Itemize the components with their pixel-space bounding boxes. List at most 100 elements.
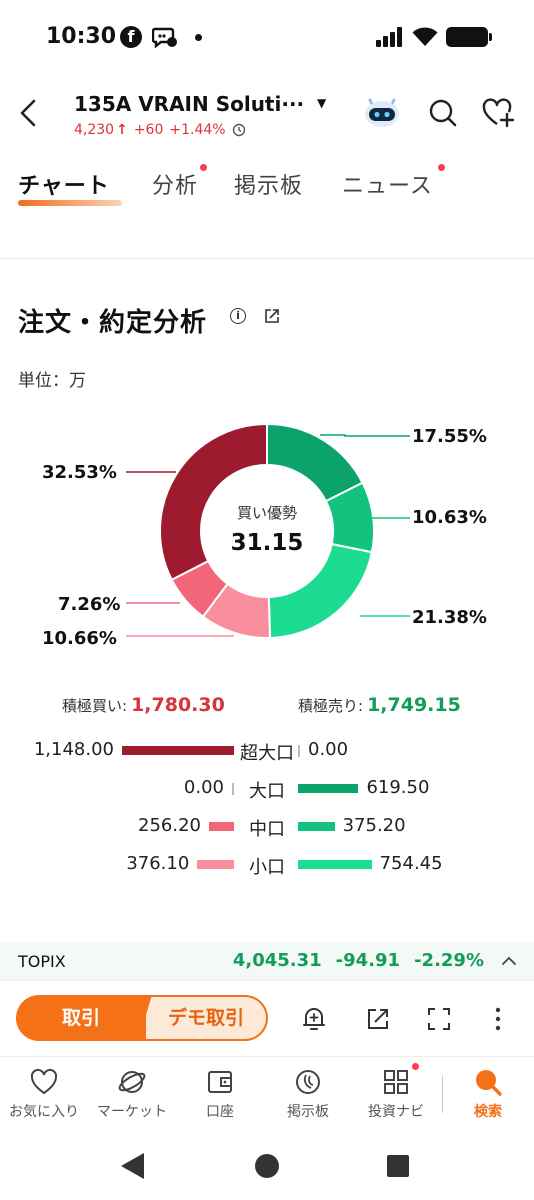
clock-icon [232, 123, 245, 137]
index-value: 4,045.31 [232, 950, 322, 971]
nav-label: お気に入り [9, 1104, 79, 1120]
nav-board[interactable]: 掲示板 [264, 1067, 352, 1121]
heart-icon [30, 1068, 58, 1095]
nav-label: 検索 [474, 1104, 502, 1120]
wallet-icon [208, 1071, 232, 1093]
buy-value: 1,148.00 [33, 739, 114, 760]
slice-label-1: 10.63% [412, 507, 487, 528]
sell-value: 754.45 [379, 853, 443, 874]
index-name: TOPIX [18, 952, 66, 971]
bell-alert-icon[interactable] [300, 1005, 328, 1033]
grid-icon [384, 1070, 408, 1094]
info-icon[interactable]: i [230, 308, 246, 324]
status-bar: 10:30 f [0, 0, 534, 72]
price-line: 4,230 ↑ +60 +1.44% [74, 122, 246, 138]
divider [0, 258, 534, 259]
tab-analysis[interactable]: 分析 [152, 168, 198, 200]
slice-label-4: 7.26% [58, 594, 121, 615]
category-label: 超大口 [240, 743, 294, 764]
nav-separator [442, 1075, 443, 1113]
sell-bar [298, 822, 335, 831]
breakdown-row: 376.10 小口 754.45 [0, 850, 534, 880]
total-buy: 積極買い: 1,780.30 [62, 694, 225, 716]
tab-board[interactable]: 掲示板 [234, 168, 303, 200]
board-icon [296, 1070, 320, 1094]
sell-value: 375.20 [342, 815, 406, 836]
system-back-icon[interactable] [121, 1153, 144, 1179]
slice-leader-line [320, 434, 410, 437]
sell-bar [298, 784, 359, 793]
unit-label: 単位：万 [18, 371, 86, 391]
battery-icon [446, 27, 492, 47]
chevron-up-icon[interactable] [500, 954, 518, 968]
category-label: 中口 [249, 819, 285, 840]
index-values: 4,045.31 -94.91 -2.29% [233, 950, 484, 971]
nav-market[interactable]: マーケット [88, 1067, 176, 1121]
total-sell: 積極売り: 1,749.15 [298, 694, 461, 716]
active-tab-indicator [18, 200, 122, 206]
nav-favorites[interactable]: お気に入り [0, 1067, 88, 1121]
total-buy-label: 積極買い: [62, 697, 128, 715]
search-icon [476, 1070, 502, 1096]
system-navigation [121, 1153, 409, 1179]
buy-value: 256.20 [138, 815, 202, 836]
index-ticker[interactable]: TOPIX 4,045.31 -94.91 -2.29% [0, 942, 534, 980]
status-time: 10:30 [46, 24, 117, 49]
buy-bar [197, 860, 234, 869]
nav-dot-icon [412, 1063, 419, 1070]
chevron-down-icon[interactable]: ▼ [317, 96, 326, 110]
sell-value: 0.00 [308, 739, 349, 760]
system-recents-icon[interactable] [387, 1155, 409, 1177]
demo-trade-button[interactable]: デモ取引 [134, 995, 268, 1041]
category-label: 小口 [249, 857, 285, 878]
trade-button[interactable]: 取引 [16, 995, 146, 1041]
wifi-icon [412, 27, 438, 46]
nav-invest-navi[interactable]: 投資ナビ [352, 1063, 440, 1121]
tab-news[interactable]: ニュース [342, 168, 433, 200]
slice-label-2: 21.38% [412, 607, 487, 628]
fullscreen-icon[interactable] [425, 1005, 453, 1033]
more-vertical-icon[interactable] [484, 1005, 512, 1033]
slice-label-3: 10.66% [42, 628, 117, 649]
stock-header: 135A VRAIN Soluti··· ▼ 4,230 ↑ +60 +1.44… [0, 82, 534, 152]
share-icon[interactable] [264, 308, 280, 324]
sell-bar [298, 860, 372, 869]
search-icon[interactable] [428, 98, 458, 128]
price-change-pct: +1.44% [169, 122, 226, 138]
share-icon[interactable] [364, 1005, 392, 1033]
tab-news-dot-icon [438, 164, 445, 171]
nav-account[interactable]: 口座 [176, 1067, 264, 1121]
stock-title[interactable]: 135A VRAIN Soluti··· [74, 92, 304, 116]
breakdown-row: 0.00 大口 619.50 [0, 774, 534, 804]
facebook-icon: f [120, 26, 142, 48]
button-divider [128, 995, 152, 1041]
tab-analysis-dot-icon [200, 164, 207, 171]
ai-robot-icon[interactable] [362, 94, 402, 130]
back-arrow-icon[interactable] [14, 96, 44, 130]
bottom-navigation: お気に入り マーケット 口座 掲示板 投資ナビ 検索 [0, 1056, 534, 1130]
nav-label: マーケット [97, 1104, 167, 1120]
signal-icon [376, 27, 402, 47]
breakdown-row: 256.20 中口 375.20 [0, 812, 534, 842]
donut-center-label: 買い優勢 [236, 504, 297, 522]
price-change: +60 [133, 122, 164, 138]
system-home-icon[interactable] [255, 1154, 279, 1178]
tab-bar: チャート 分析 掲示板 ニュース [0, 164, 534, 212]
tab-chart[interactable]: チャート [18, 168, 110, 200]
up-arrow-icon: ↑ [116, 122, 128, 138]
add-favorite-icon[interactable] [482, 98, 516, 128]
index-change: -94.91 [335, 950, 401, 971]
sell-bar [298, 745, 300, 757]
nav-search[interactable]: 検索 [444, 1067, 532, 1121]
section-title: 注文・約定分析 [18, 308, 208, 338]
buy-bar [209, 822, 234, 831]
status-icons [376, 26, 492, 48]
donut-slice [267, 542, 374, 639]
action-bar: デモ取引 取引 [0, 980, 534, 1054]
buy-value: 0.00 [183, 777, 224, 798]
notification-dot-icon [195, 34, 202, 41]
planet-icon [118, 1071, 146, 1093]
sell-value: 619.50 [366, 777, 430, 798]
slice-label-0: 17.55% [412, 426, 487, 447]
stock-price: 4,230 [74, 122, 115, 138]
